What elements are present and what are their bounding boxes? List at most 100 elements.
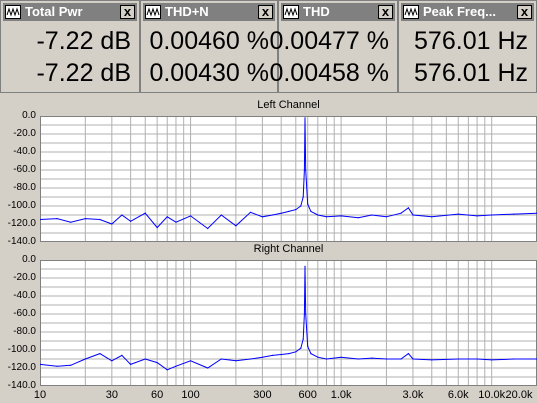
spectrum-point bbox=[249, 358, 252, 360]
waveform-icon[interactable] bbox=[283, 5, 299, 19]
spectrum-point bbox=[175, 365, 177, 367]
spectrum-point bbox=[175, 221, 177, 223]
waveform-icon[interactable] bbox=[403, 5, 419, 19]
spectrum-point bbox=[271, 354, 274, 356]
spectrum-point bbox=[400, 212, 402, 214]
spectrum-point bbox=[385, 216, 388, 218]
spectrum-point bbox=[207, 367, 209, 369]
spectrum-point bbox=[111, 223, 113, 225]
y-tick-label: -120.0 bbox=[7, 218, 36, 229]
y-tick-label: -40.0 bbox=[13, 290, 36, 301]
close-icon[interactable]: x bbox=[258, 5, 273, 19]
y-tick-label: -20.0 bbox=[13, 128, 36, 139]
spectrum-point bbox=[407, 207, 410, 209]
spectrum-point bbox=[340, 356, 342, 358]
spectrum-point bbox=[412, 358, 414, 360]
spectrum-point bbox=[207, 227, 209, 230]
spectrum-point bbox=[491, 214, 493, 216]
meter-value-right: 0.00430 % bbox=[149, 59, 269, 87]
spectrum-point bbox=[99, 353, 101, 355]
spectrum-point bbox=[220, 358, 222, 360]
right-channel-plot bbox=[40, 260, 537, 386]
spectrum-point bbox=[407, 353, 410, 355]
y-tick-label: -80.0 bbox=[13, 326, 36, 337]
spectrum-point bbox=[271, 214, 274, 216]
spectrum-point bbox=[295, 351, 297, 353]
meter-title: THD bbox=[303, 4, 330, 19]
spectrum-point bbox=[84, 358, 86, 360]
spectrum-point bbox=[317, 214, 319, 216]
close-icon[interactable]: x bbox=[378, 5, 393, 19]
y-tick-label: -40.0 bbox=[13, 146, 36, 157]
spectrum-point bbox=[121, 214, 123, 216]
spectrum-point bbox=[431, 359, 433, 361]
spectrum-point bbox=[121, 354, 123, 356]
spectrum-point bbox=[317, 356, 319, 358]
meter-value-right: -7.22 dB bbox=[36, 59, 131, 87]
x-tick-label: 30 bbox=[105, 389, 118, 401]
y-tick-label: 0.0 bbox=[22, 254, 36, 265]
spectrum-point bbox=[307, 203, 309, 205]
x-tick-label: 60 bbox=[151, 389, 164, 401]
spectrum-point bbox=[156, 362, 158, 364]
waveform-icon[interactable] bbox=[5, 5, 21, 19]
y-tick-label: -80.0 bbox=[13, 182, 36, 193]
spectrum-point bbox=[457, 358, 459, 360]
close-icon[interactable]: x bbox=[517, 5, 532, 19]
spectrum-point bbox=[280, 353, 282, 356]
x-tick-label: 100 bbox=[181, 389, 200, 401]
spectrum-point bbox=[302, 196, 304, 198]
meter-header: THD x bbox=[281, 3, 395, 21]
spectrum-point bbox=[305, 313, 307, 315]
left-channel-title: Left Channel bbox=[257, 99, 320, 111]
meter-title: THD+N bbox=[165, 4, 209, 19]
meter-title: Peak Freq... bbox=[423, 4, 496, 19]
meter-value-right: 576.01 Hz bbox=[414, 59, 528, 87]
spectrum-point bbox=[513, 213, 515, 215]
spectrum-point bbox=[400, 358, 402, 360]
spectrum-point bbox=[371, 357, 373, 359]
spectrum-point bbox=[513, 358, 515, 360]
y-tick-label: -100.0 bbox=[7, 344, 36, 355]
x-tick-label: 300 bbox=[253, 389, 272, 401]
meter-panel: Peak Freq... x 576.01 Hz 576.01 Hz bbox=[398, 0, 537, 93]
spectrum-point bbox=[249, 211, 252, 213]
spectrum-point bbox=[300, 205, 302, 207]
spectrum-point bbox=[144, 358, 146, 360]
x-tick-label: 10 bbox=[33, 389, 47, 401]
y-tick-label: -120.0 bbox=[7, 362, 36, 373]
spectrum-point bbox=[84, 218, 86, 220]
meter-value-left: -7.22 dB bbox=[36, 27, 131, 55]
spectrum-point bbox=[357, 217, 359, 219]
spectrum-point bbox=[304, 117, 306, 119]
spectrum-point bbox=[302, 338, 304, 340]
right-channel-title: Right Channel bbox=[253, 243, 324, 255]
y-tick-label: -20.0 bbox=[13, 272, 36, 283]
meter-title: Total Pwr bbox=[25, 4, 83, 19]
meter-header: THD+N x bbox=[143, 3, 275, 21]
spectrum-point bbox=[303, 313, 305, 315]
spectrum-point bbox=[325, 216, 328, 218]
meter-header: Total Pwr x bbox=[3, 3, 137, 21]
spectrum-point bbox=[111, 360, 113, 362]
spectrum-point bbox=[307, 345, 309, 347]
close-icon[interactable]: x bbox=[120, 5, 135, 19]
spectrum-point bbox=[235, 225, 237, 227]
x-tick-label: 20.0k bbox=[505, 389, 533, 401]
y-tick-label: 0.0 bbox=[22, 110, 36, 121]
spectrum-point bbox=[189, 215, 192, 217]
spectrum-point bbox=[70, 221, 72, 223]
spectrum-point bbox=[144, 212, 146, 214]
spectrum-point bbox=[305, 169, 307, 171]
spectrum-point bbox=[220, 214, 222, 216]
y-tick-label: -60.0 bbox=[13, 308, 36, 319]
spectrum-point bbox=[431, 216, 433, 218]
spectrum-point bbox=[288, 210, 290, 212]
spectrum-point bbox=[385, 358, 388, 360]
meter-panel: Total Pwr x -7.22 dB -7.22 dB bbox=[0, 0, 140, 93]
spectrum-point bbox=[166, 369, 168, 371]
meter-value-left: 576.01 Hz bbox=[414, 27, 528, 55]
waveform-icon[interactable] bbox=[145, 5, 161, 19]
spectrum-point bbox=[310, 210, 312, 212]
x-tick-label: 1.0k bbox=[330, 389, 352, 401]
